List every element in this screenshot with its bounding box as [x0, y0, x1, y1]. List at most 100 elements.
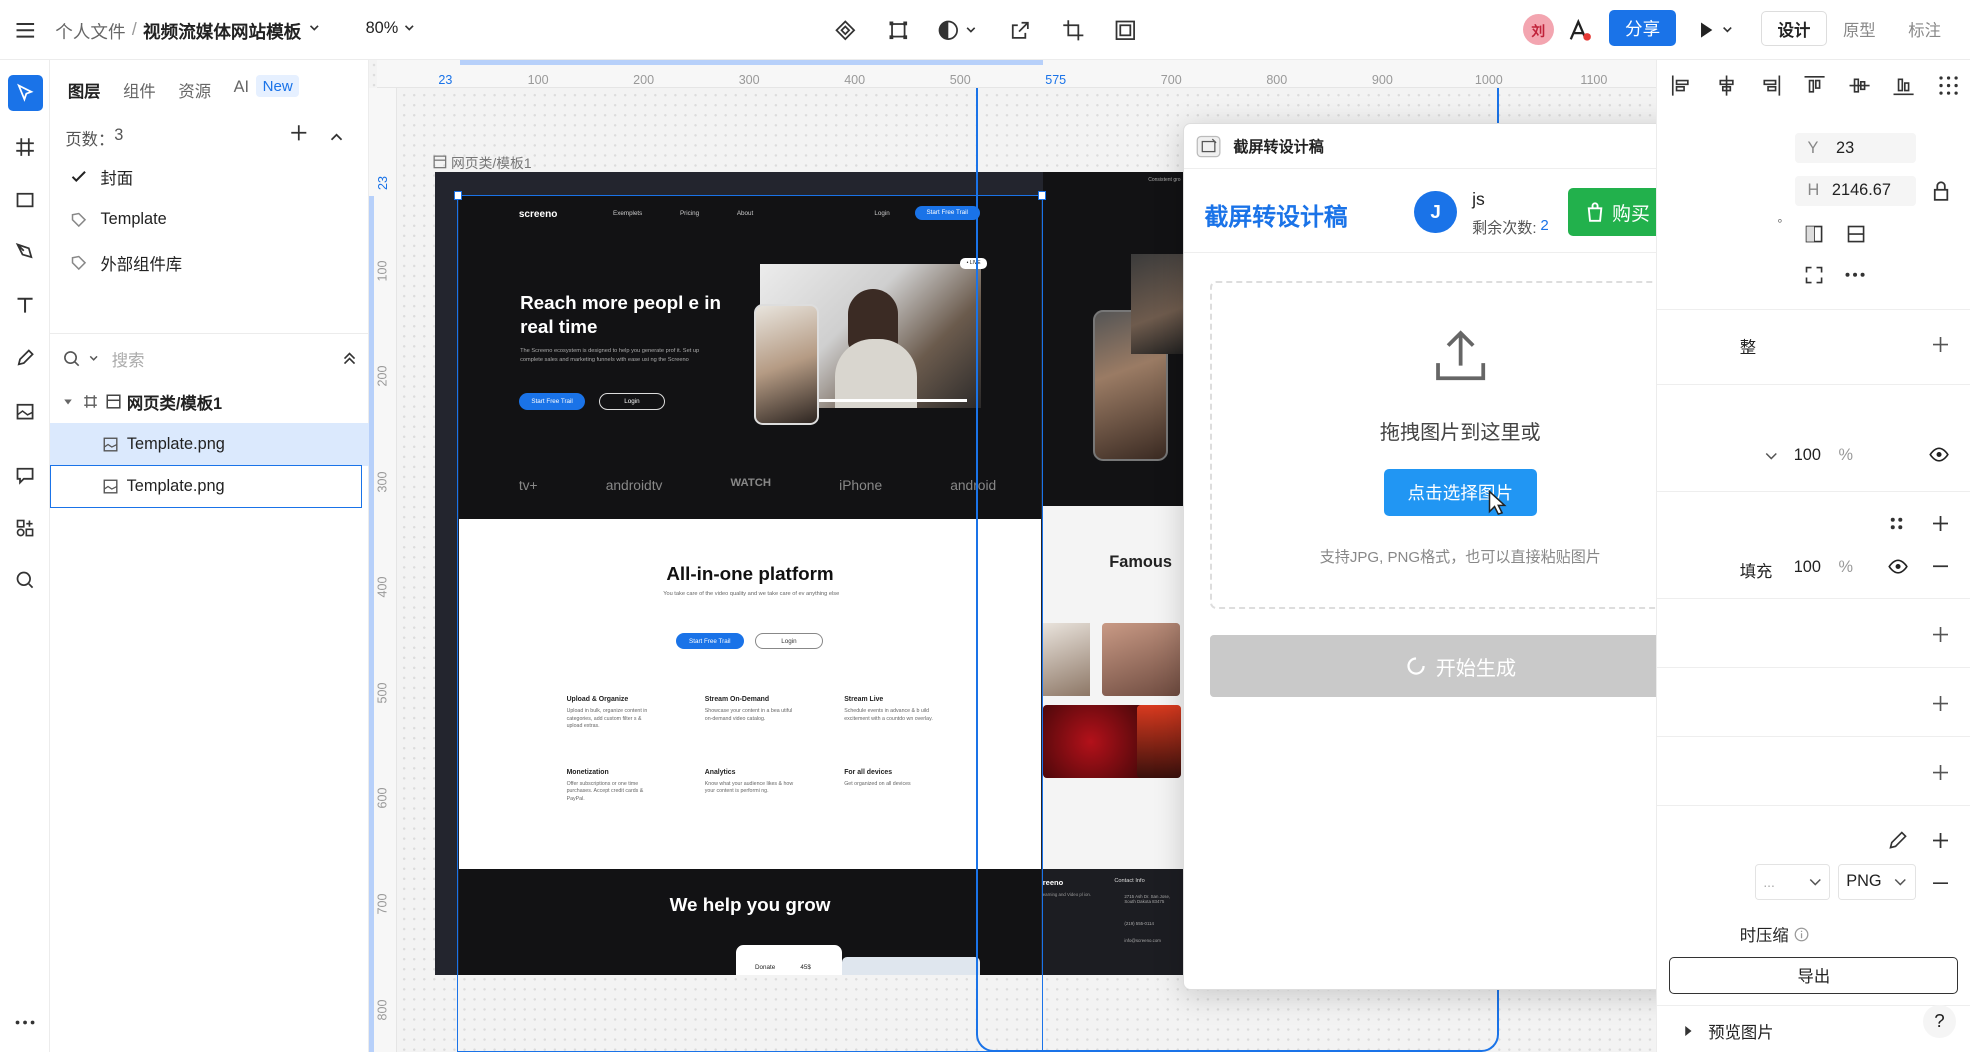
align-top-icon[interactable]	[1802, 73, 1827, 98]
layer-frame-label: 网页类/模板1	[126, 394, 223, 413]
align-center-h-icon[interactable]	[1714, 73, 1739, 98]
buy-button[interactable]: 购买	[1567, 188, 1667, 236]
search-input[interactable]: 搜索	[112, 347, 145, 371]
font-check-icon[interactable]	[1564, 15, 1594, 45]
crop-icon[interactable]	[1058, 15, 1088, 45]
remove-export-icon[interactable]	[1933, 882, 1949, 885]
export-format-select[interactable]: PNG	[1837, 864, 1916, 900]
align-right-icon[interactable]	[1758, 73, 1783, 98]
layer-frame[interactable]: 网页类/模板1	[50, 381, 369, 424]
frame-icon[interactable]	[8, 129, 43, 164]
chevron-down-icon[interactable]	[308, 19, 321, 44]
eye-icon[interactable]	[1929, 447, 1950, 462]
add-grid-icon[interactable]	[1933, 765, 1949, 781]
y-field[interactable]: Y 23	[1794, 133, 1916, 164]
preview-toggle[interactable]: 预览图片	[1684, 1019, 1774, 1043]
website-frame[interactable]: screeno Exemplets Pricing About Login St…	[434, 172, 1184, 975]
zoom-select[interactable]: 80%	[366, 19, 416, 38]
height-field[interactable]: H 2146.67	[1794, 175, 1916, 207]
pen-icon[interactable]	[8, 235, 43, 270]
chevron-down-icon	[1809, 878, 1821, 886]
breadcrumb-root[interactable]: 个人文件	[55, 19, 125, 44]
add-fill-icon[interactable]	[1933, 516, 1949, 532]
edit-icon[interactable]	[1888, 830, 1908, 850]
fill-opacity[interactable]: 100%	[1794, 558, 1853, 577]
tab-prototype[interactable]: 原型	[1827, 11, 1892, 46]
tab-components[interactable]: 组件	[123, 78, 156, 102]
resize-handle[interactable]	[1037, 190, 1047, 200]
site-top-text: Consistent gro	[1148, 177, 1181, 184]
tab-design[interactable]: 设计	[1761, 11, 1827, 47]
export-format-value: PNG	[1846, 872, 1882, 891]
chevron-down-icon[interactable]	[1765, 451, 1778, 461]
lock-icon[interactable]	[1931, 181, 1951, 201]
drop-zone[interactable]: 拖拽图片到这里或 点击选择图片 支持JPG, PNG格式，也可以直接粘贴图片	[1209, 281, 1711, 610]
align-center-v-icon[interactable]	[1847, 73, 1872, 98]
info-icon[interactable]	[1794, 927, 1809, 942]
flip-horizontal-icon[interactable]	[1804, 224, 1824, 244]
ruler-tick: 300	[375, 471, 390, 493]
frame-tool-icon[interactable]	[883, 15, 913, 45]
rectangle-icon[interactable]	[8, 182, 43, 217]
page-item-cover[interactable]: 封面	[50, 156, 369, 199]
page-item-template[interactable]: Template	[50, 198, 369, 241]
add-export-icon[interactable]	[1933, 832, 1949, 848]
mask-icon[interactable]	[932, 15, 982, 45]
align-bottom-icon[interactable]	[1891, 73, 1916, 98]
image-icon[interactable]	[8, 393, 43, 428]
pencil-icon[interactable]	[8, 340, 43, 375]
site-nav-item: About	[736, 209, 754, 217]
export-scale-select[interactable]: ...	[1754, 864, 1831, 900]
page-item-external-library[interactable]: 外部组件库	[50, 241, 369, 284]
tab-ai[interactable]: AI	[234, 78, 249, 97]
remove-fill-icon[interactable]	[1933, 565, 1949, 568]
tab-annotate[interactable]: 标注	[1892, 11, 1957, 46]
chevron-up-icon[interactable]	[329, 127, 344, 150]
site-donate-label: Donate	[755, 963, 776, 971]
fit-frame-icon[interactable]	[1111, 15, 1141, 45]
add-page-icon[interactable]	[290, 124, 308, 148]
choose-image-button[interactable]: 点击选择图片	[1383, 469, 1537, 516]
frame-label[interactable]: 网页类/模板1	[433, 152, 532, 172]
text-icon[interactable]	[8, 288, 43, 323]
collapse-all-icon[interactable]	[342, 351, 357, 366]
resize-handle[interactable]	[453, 190, 463, 200]
fullscreen-icon[interactable]	[1804, 265, 1824, 285]
add-effect-icon[interactable]	[1933, 695, 1949, 712]
tab-assets[interactable]: 资源	[178, 78, 211, 102]
comment-icon[interactable]	[8, 457, 43, 492]
play-icon[interactable]	[1691, 15, 1741, 45]
component-icon[interactable]	[830, 15, 860, 45]
flip-vertical-icon[interactable]	[1846, 224, 1866, 244]
generate-button[interactable]: 开始生成	[1209, 635, 1713, 697]
image-icon	[103, 479, 118, 494]
menu-icon[interactable]	[10, 15, 40, 45]
help-button[interactable]: ?	[1923, 1005, 1956, 1038]
upload-hint: 支持JPG, PNG格式，也可以直接粘贴图片	[1319, 548, 1601, 566]
caret-down-icon[interactable]	[63, 397, 73, 407]
layer-item[interactable]: Template.png	[50, 464, 362, 508]
avatar[interactable]: 刘	[1522, 13, 1555, 46]
align-left-icon[interactable]	[1669, 73, 1694, 98]
plugins-icon[interactable]	[8, 510, 43, 545]
more-icon[interactable]	[8, 1005, 43, 1040]
loading-icon	[1406, 657, 1425, 675]
style-icon[interactable]	[1889, 516, 1904, 531]
add-icon[interactable]	[1933, 336, 1949, 352]
layer-opacity[interactable]: 100%	[1794, 446, 1853, 465]
search-icon[interactable]	[8, 563, 43, 598]
eye-icon[interactable]	[1888, 559, 1908, 574]
distribute-icon[interactable]	[1936, 73, 1961, 98]
export-button[interactable]: 导出	[1669, 957, 1959, 994]
ruler-horizontal: 23 100 200 300 400 500 575 700 800 900 1…	[376, 60, 1656, 88]
add-stroke-icon[interactable]	[1933, 626, 1949, 642]
tab-layers[interactable]: 图层	[68, 78, 101, 102]
more-icon[interactable]	[1845, 271, 1865, 279]
file-title[interactable]: 视频流媒体网站模板	[143, 19, 301, 44]
layer-search[interactable]: 搜索	[63, 347, 357, 371]
layer-item[interactable]: Template.png	[50, 423, 370, 467]
export-icon[interactable]	[1005, 15, 1035, 45]
select-tool-icon[interactable]	[7, 75, 43, 111]
share-button[interactable]: 分享	[1609, 10, 1676, 47]
compress-option[interactable]: 时压缩	[1740, 922, 1809, 946]
